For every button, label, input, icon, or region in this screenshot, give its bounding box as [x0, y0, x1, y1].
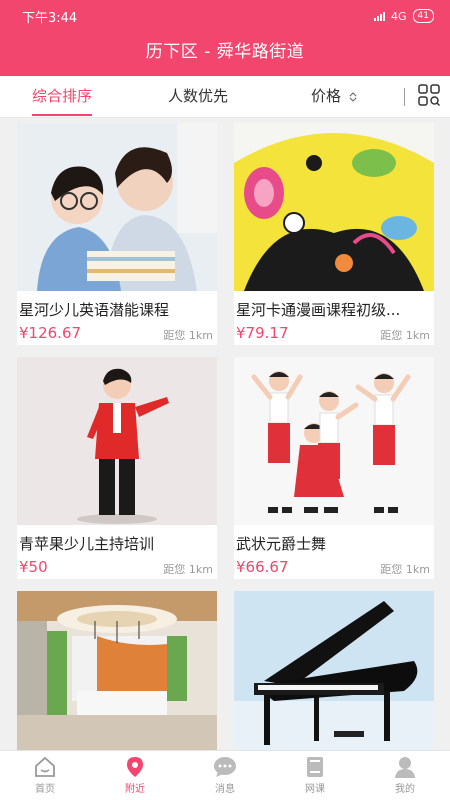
status-time: 下午3:44 [22, 10, 78, 26]
course-list: 星河少儿英语潜能课程 ¥126.67 距您 1km 星河卡通漫画课程初级... … [0, 118, 450, 750]
filter-price[interactable]: 价格 [311, 76, 357, 118]
filter-bar: 综合排序 人数优先 价格 [0, 76, 450, 118]
tab-nearby[interactable]: 附近 [90, 751, 180, 800]
tab-messages-label: 消息 [215, 784, 235, 795]
course-image-english [17, 123, 217, 291]
home-icon [35, 756, 55, 777]
tab-nearby-label: 附近 [125, 784, 145, 795]
course-distance: 距您 1km [163, 563, 213, 576]
course-card[interactable]: 青苹果少儿主持培训 ¥50 距您 1km [17, 357, 217, 579]
course-distance: 距您 1km [163, 329, 213, 342]
course-card[interactable] [234, 591, 434, 750]
filter-comprehensive[interactable]: 综合排序 [32, 76, 93, 118]
course-price: ¥126.67 [19, 324, 82, 342]
course-name: 星河少儿英语潜能课程 [19, 301, 170, 319]
course-name: 青苹果少儿主持培训 [19, 535, 155, 553]
app-header: 下午3:44 4G 41 历下区 - 舜华路街道 [0, 0, 450, 76]
tab-mine-label: 我的 [395, 784, 415, 795]
course-distance: 距您 1km [380, 329, 430, 342]
course-price: ¥50 [19, 558, 48, 576]
status-bar: 下午3:44 4G 41 [0, 0, 450, 32]
course-card[interactable] [17, 591, 217, 750]
book-icon [307, 757, 323, 777]
course-price: ¥79.17 [236, 324, 289, 342]
battery-icon: 41 [412, 9, 434, 23]
grid-icon[interactable] [418, 84, 440, 106]
tab-home-label: 首页 [35, 784, 55, 795]
tab-online-label: 网课 [305, 784, 325, 795]
filter-price-label: 价格 [311, 87, 342, 105]
course-name: 武状元爵士舞 [236, 535, 327, 553]
signal-icon [374, 11, 386, 21]
filter-divider [404, 88, 405, 106]
tab-messages[interactable]: 消息 [180, 751, 270, 800]
user-icon [395, 757, 415, 778]
filter-popularity[interactable]: 人数优先 [168, 76, 228, 118]
course-card[interactable]: 武状元爵士舞 ¥66.67 距您 1km [234, 357, 434, 579]
bottom-tab-bar: 首页 附近 消息 网课 我的 [0, 750, 450, 800]
status-indicators: 4G 41 [374, 9, 434, 23]
course-image-cartoon [234, 123, 434, 291]
course-card[interactable]: 星河卡通漫画课程初级... ¥79.17 距您 1km [234, 123, 434, 345]
course-image-studio [17, 591, 217, 750]
page-title: 历下区 - 舜华路街道 [145, 42, 305, 62]
course-image-dance [234, 357, 434, 525]
tab-mine[interactable]: 我的 [360, 751, 450, 800]
course-image-piano [234, 591, 434, 750]
course-name: 星河卡通漫画课程初级... [236, 301, 401, 319]
course-distance: 距您 1km [380, 563, 430, 576]
tab-home[interactable]: 首页 [0, 751, 90, 800]
course-card[interactable]: 星河少儿英语潜能课程 ¥126.67 距您 1km [17, 123, 217, 345]
message-icon [214, 757, 236, 777]
network-type: 4G [391, 9, 407, 23]
tab-online[interactable]: 网课 [270, 751, 360, 800]
course-image-host [17, 357, 217, 525]
battery-level: 41 [417, 11, 429, 21]
course-price: ¥66.67 [236, 558, 289, 576]
location-icon [127, 757, 143, 777]
sort-icon [349, 91, 357, 102]
